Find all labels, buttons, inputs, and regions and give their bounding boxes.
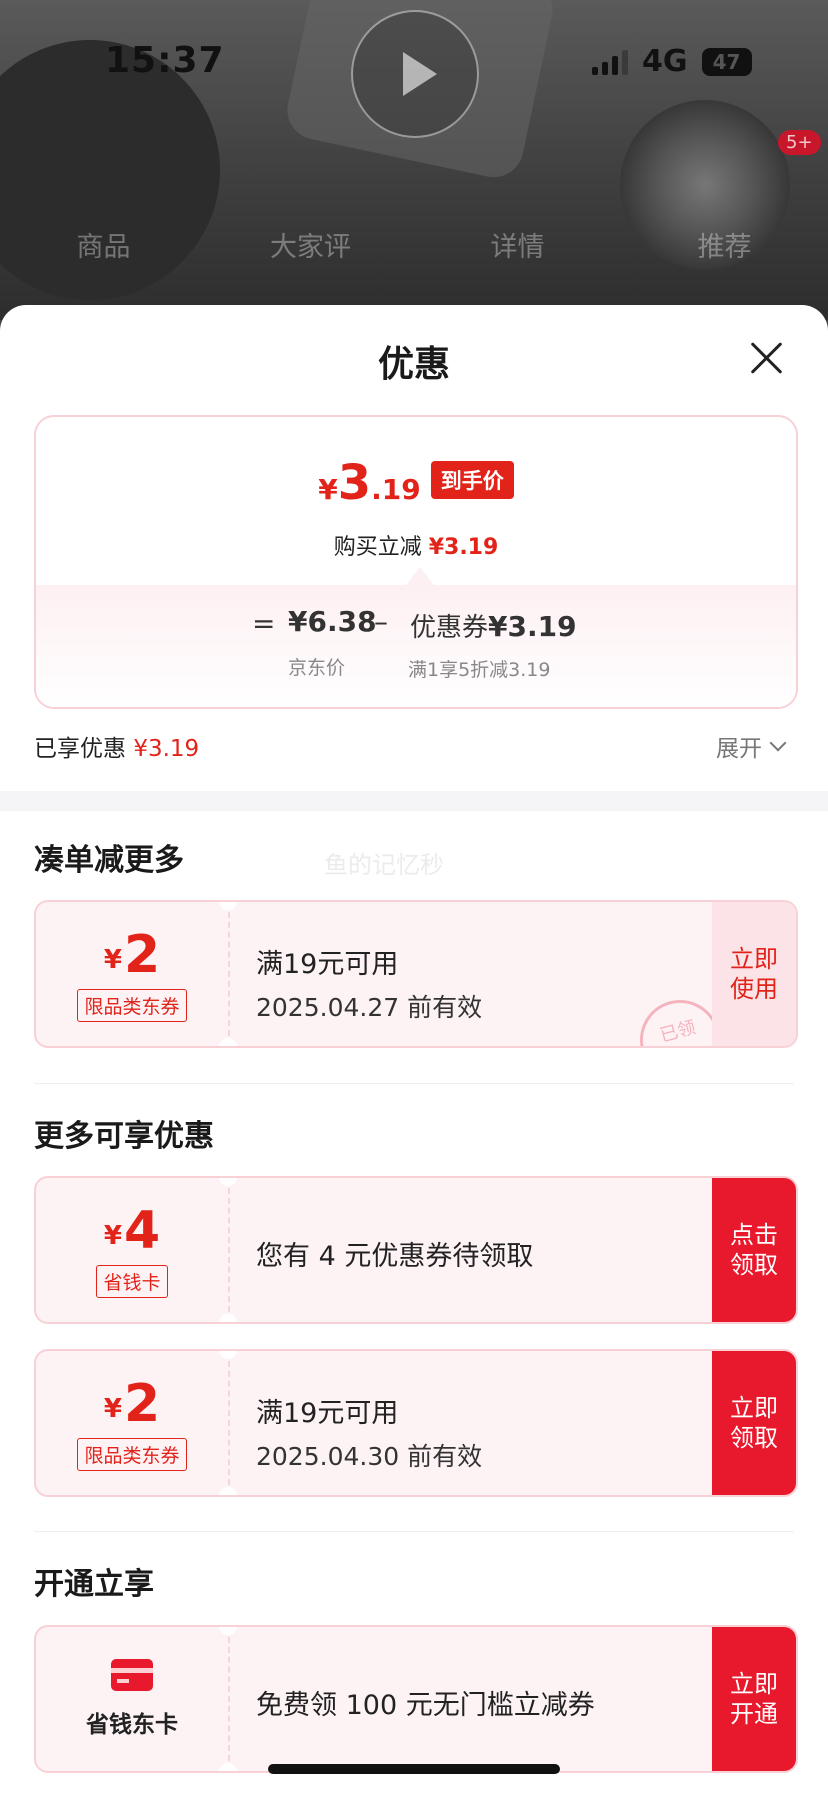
pointer-arrow: [406, 567, 434, 585]
section-title-more: 更多可享优惠: [34, 1119, 214, 1154]
coupon-notch: [219, 1763, 237, 1771]
coupon-dashed-separator: [228, 1361, 230, 1485]
final-price: ¥3.19 到手价: [36, 455, 796, 511]
play-icon: [403, 52, 437, 96]
signal-icon: [592, 49, 628, 75]
watermark-text: 鱼的记忆秒: [324, 851, 444, 879]
sheet-title: 优惠: [377, 344, 450, 385]
coupon-amount-area: ¥2 限品类东券: [36, 1351, 228, 1495]
buy-reduce-label: 购买立减: [333, 535, 422, 560]
divider-line: [34, 1531, 794, 1532]
coupon-type: 省钱卡: [96, 1264, 168, 1298]
tab-recommend[interactable]: 推荐: [621, 225, 828, 264]
buy-reduce-value: ¥3.19: [428, 535, 499, 560]
divider-line: [34, 1083, 794, 1084]
coupon-card: ¥2 限品类东券 满19元可用 2025.04.30 前有效 立即 领取: [34, 1349, 798, 1497]
equals-sign: =: [252, 607, 276, 640]
battery-icon: 47: [701, 47, 752, 76]
coupon-amount: 2: [123, 1373, 161, 1434]
notification-badge: 5+: [778, 130, 821, 155]
price-decimal: .19: [371, 473, 421, 506]
card-benefit: 免费领 100 元无门槛立减券: [256, 1690, 595, 1721]
network-type: 4G: [642, 44, 688, 79]
card-area: 省钱东卡: [36, 1627, 228, 1771]
currency-symbol: ¥: [103, 944, 122, 975]
coupon-condition: 满19元可用: [256, 1398, 399, 1429]
coupon-condition: 满19元可用: [256, 949, 399, 980]
coupon-deduction: 优惠券¥3.19: [410, 607, 577, 644]
claim-now-button[interactable]: 立即 领取: [712, 1351, 796, 1495]
section-divider: [0, 791, 828, 811]
credit-card-icon: [111, 1659, 153, 1691]
play-button[interactable]: [351, 10, 479, 138]
final-price-tag: 到手价: [430, 461, 514, 499]
close-icon[interactable]: [750, 341, 784, 375]
coupon-notch: [219, 1487, 237, 1495]
activate-button[interactable]: 立即 开通: [712, 1627, 796, 1771]
enjoyed-label: 已享优惠: [34, 736, 126, 762]
coupon-notch: [219, 1314, 237, 1322]
price-integer: 3: [337, 455, 372, 511]
coupon-notch: [219, 1038, 237, 1046]
product-tabs: 商品 大家评 详情 推荐: [0, 225, 828, 264]
card-name: 省钱东卡: [86, 1712, 178, 1738]
coupon-card: ¥4 省钱卡 您有 4 元优惠券待领取 点击 领取: [34, 1176, 798, 1324]
coupon-note: 满1享5折减3.19: [408, 659, 551, 681]
currency-symbol: ¥: [103, 1393, 122, 1424]
enjoyed-discount: 已享优惠 ¥3.19: [34, 729, 199, 763]
tab-product[interactable]: 商品: [0, 225, 207, 264]
coupon-value: ¥3.19: [488, 610, 577, 643]
section-title-combine: 凑单减更多: [34, 843, 184, 878]
coupon-label: 优惠券: [410, 613, 489, 643]
currency-symbol: ¥: [318, 473, 338, 506]
discount-sheet: 优惠 ¥3.19 到手价 购买立减 ¥3.19 = ¥6.38 – 优惠券¥3.…: [0, 305, 828, 1796]
coupon-type: 限品类东券: [77, 988, 187, 1022]
expand-label: 展开: [716, 736, 762, 762]
enjoyed-value: ¥3.19: [133, 736, 200, 762]
currency-symbol: ¥: [103, 1220, 122, 1251]
tab-details[interactable]: 详情: [414, 225, 621, 264]
expand-button[interactable]: 展开: [716, 729, 787, 763]
jd-price-label: 京东价: [288, 657, 346, 679]
price-breakdown-bg: [36, 585, 796, 707]
coupon-type: 限品类东券: [77, 1437, 187, 1471]
coupon-description: 您有 4 元优惠券待领取: [256, 1241, 534, 1272]
coupon-expiry: 2025.04.30 前有效: [256, 1442, 483, 1471]
home-indicator: [268, 1764, 560, 1774]
coupon-amount-area: ¥2 限品类东券: [36, 902, 228, 1046]
chevron-down-icon: [769, 734, 787, 752]
membership-card: 省钱东卡 免费领 100 元无门槛立减券 立即 开通: [34, 1625, 798, 1773]
price-summary-card: ¥3.19 到手价 购买立减 ¥3.19 = ¥6.38 – 优惠券 ¥3.19 …: [34, 415, 798, 709]
coupon-dashed-separator: [228, 1637, 230, 1761]
coupon-amount: 4: [123, 1200, 161, 1261]
claim-button[interactable]: 点击 领取: [712, 1178, 796, 1322]
coupon-expiry: 2025.04.27 前有效: [256, 993, 483, 1022]
jd-price: ¥6.38: [288, 605, 377, 638]
tab-reviews[interactable]: 大家评: [207, 225, 414, 264]
status-time: 15:37: [105, 40, 225, 81]
section-title-activate: 开通立享: [34, 1567, 154, 1602]
coupon-amount: 2: [123, 924, 161, 985]
coupon-dashed-separator: [228, 1188, 230, 1312]
buy-reduce-line: 购买立减 ¥3.19: [36, 529, 796, 561]
coupon-card: ¥2 限品类东券 满19元可用 2025.04.27 前有效 已领 立即 使用: [34, 900, 798, 1048]
use-now-button[interactable]: 立即 使用: [712, 902, 796, 1046]
status-indicators: 4G 47: [592, 44, 752, 79]
coupon-dashed-separator: [228, 912, 230, 1036]
coupon-amount-area: ¥4 省钱卡: [36, 1178, 228, 1322]
minus-sign: –: [374, 605, 388, 638]
